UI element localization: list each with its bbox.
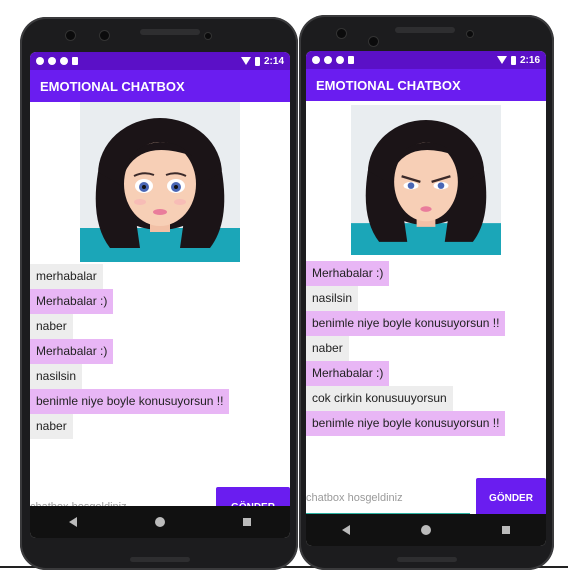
avatar-image-angry — [351, 105, 501, 255]
back-icon[interactable] — [69, 517, 77, 527]
status-bar: 2:14 — [30, 52, 290, 70]
chat-list: merhabalar Merhabalar :) naber Merhabala… — [30, 262, 290, 439]
front-camera-icon — [337, 29, 346, 38]
chat-message-bot: Merhabalar :) — [30, 339, 114, 364]
sensor-icon — [100, 31, 109, 40]
avatar-image-calm — [80, 102, 240, 262]
battery-icon — [254, 56, 260, 66]
shield-status-icon — [324, 56, 332, 64]
circle-status-icon — [336, 56, 344, 64]
home-icon[interactable] — [420, 525, 431, 535]
sensor-icon — [369, 37, 378, 46]
app-title: EMOTIONAL CHATBOX — [30, 70, 290, 102]
earpiece-speaker — [140, 29, 200, 35]
chat-message-bot: Merhabalar :) — [306, 261, 390, 286]
bottom-speaker — [397, 557, 457, 562]
recent-apps-icon[interactable] — [502, 526, 511, 534]
status-time: 2:16 — [519, 54, 540, 66]
chat-message-user: cok cirkin konusuuyorsun — [306, 386, 453, 411]
phone-bezel-top — [299, 15, 554, 53]
app-title: EMOTIONAL CHATBOX — [306, 69, 546, 101]
earpiece-speaker — [395, 27, 455, 33]
chat-message-bot: benimle niye boyle konusuyorsun !! — [306, 411, 506, 436]
chat-message-bot: benimle niye boyle konusuyorsun !! — [30, 389, 230, 414]
front-camera-icon — [66, 31, 75, 40]
chat-message-user: nasilsin — [30, 364, 83, 389]
proximity-sensor-icon — [467, 31, 473, 37]
home-icon[interactable] — [155, 517, 165, 527]
chat-message-bot: Merhabalar :) — [30, 289, 114, 314]
chat-message-user: merhabalar — [30, 264, 103, 289]
battery-icon — [510, 55, 516, 65]
chat-message-bot: Merhabalar :) — [306, 361, 390, 386]
circle-status-icon — [60, 57, 68, 65]
chat-message-bot: benimle niye boyle konusuyorsun !! — [306, 311, 506, 336]
settings-status-icon — [312, 56, 320, 64]
nav-bar — [306, 514, 546, 546]
recent-apps-icon[interactable] — [243, 518, 251, 526]
status-bar: 2:16 — [306, 51, 546, 69]
bottom-speaker — [130, 557, 190, 562]
screen-left: 2:14 EMOTIONAL CHATBOX merhabalar Merhab… — [30, 52, 290, 538]
chat-message-user: nasilsin — [306, 286, 359, 311]
status-time: 2:14 — [263, 55, 284, 67]
chat-list: Merhabalar :) nasilsin benimle niye boyl… — [306, 259, 546, 436]
send-button[interactable]: GÖNDER — [476, 478, 546, 518]
phone-frame-left: 2:14 EMOTIONAL CHATBOX merhabalar Merhab… — [20, 17, 298, 570]
proximity-sensor-icon — [205, 33, 211, 39]
phone-frame-right: 2:16 EMOTIONAL CHATBOX Merhabalar :) nas… — [299, 15, 554, 570]
chat-message-user: naber — [30, 314, 73, 339]
sdcard-status-icon — [348, 56, 354, 64]
message-input[interactable] — [306, 482, 470, 514]
wifi-icon — [240, 57, 251, 65]
chat-message-user: naber — [306, 336, 349, 361]
screen-right: 2:16 EMOTIONAL CHATBOX Merhabalar :) nas… — [306, 51, 546, 546]
phone-bezel-top — [20, 17, 298, 55]
settings-status-icon — [36, 57, 44, 65]
chat-message-user: naber — [30, 414, 73, 439]
nav-bar — [30, 506, 290, 538]
shield-status-icon — [48, 57, 56, 65]
back-icon[interactable] — [341, 525, 350, 535]
wifi-icon — [496, 56, 507, 64]
sdcard-status-icon — [72, 57, 78, 65]
